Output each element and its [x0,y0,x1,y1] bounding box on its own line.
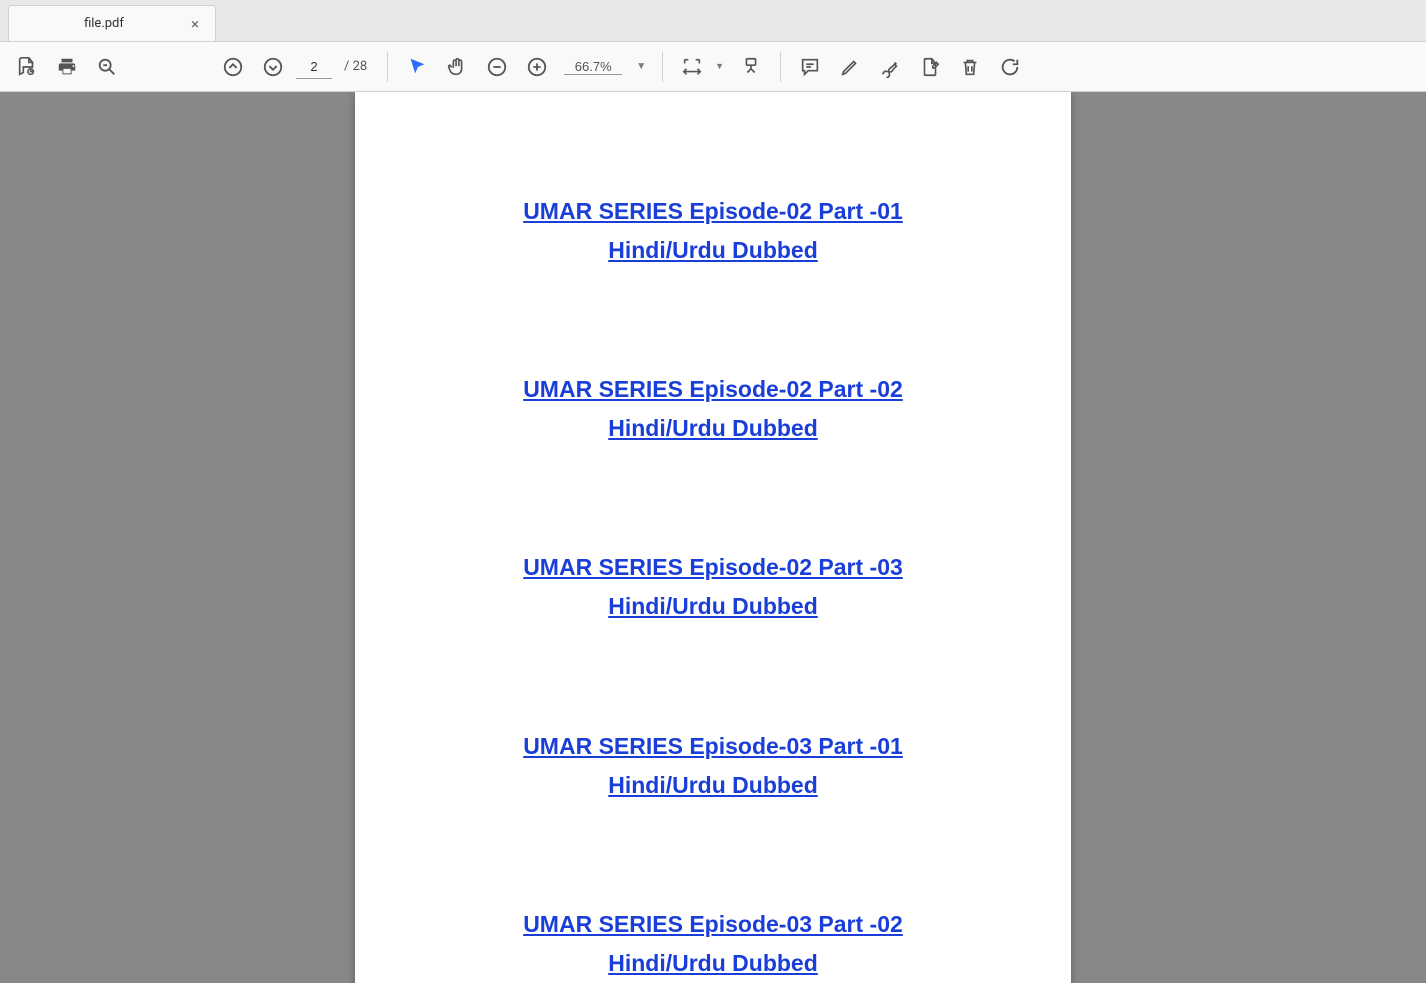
reflow-icon[interactable] [734,50,768,84]
link-line1: UMAR SERIES Episode-02 Part -03 [523,554,903,580]
fit-dropdown-icon[interactable]: ▼ [711,57,728,76]
link-line1: UMAR SERIES Episode-02 Part -02 [523,376,903,402]
document-link[interactable]: UMAR SERIES Episode-03 Part -02 Hindi/Ur… [523,911,903,976]
highlight-icon[interactable] [833,50,867,84]
close-icon[interactable]: × [187,13,203,35]
pdf-viewer[interactable]: UMAR SERIES Episode-02 Part -01 Hindi/Ur… [0,92,1426,983]
sign-icon[interactable] [913,50,947,84]
zoom-dropdown-icon[interactable]: ▼ [632,57,650,76]
select-tool-icon[interactable] [400,50,434,84]
page-total: / 28 [344,59,367,74]
link-line2: Hindi/Urdu Dubbed [608,237,818,263]
page-down-icon[interactable] [256,50,290,84]
link-line1: UMAR SERIES Episode-02 Part -01 [523,198,903,224]
document-link[interactable]: UMAR SERIES Episode-02 Part -03 Hindi/Ur… [523,554,903,619]
tab-file[interactable]: file.pdf × [8,5,216,41]
link-line1: UMAR SERIES Episode-03 Part -02 [523,911,903,937]
zoom-input[interactable] [564,59,622,75]
separator [662,52,663,82]
link-item: UMAR SERIES Episode-03 Part -02 Hindi/Ur… [415,905,1011,983]
delete-icon[interactable] [953,50,987,84]
page-number-input[interactable] [296,55,332,79]
document-link[interactable]: UMAR SERIES Episode-02 Part -02 Hindi/Ur… [523,376,903,441]
separator [387,52,388,82]
link-item: UMAR SERIES Episode-03 Part -01 Hindi/Ur… [415,727,1011,805]
link-line1: UMAR SERIES Episode-03 Part -01 [523,733,903,759]
link-line2: Hindi/Urdu Dubbed [608,772,818,798]
print-icon[interactable] [50,50,84,84]
document-link[interactable]: UMAR SERIES Episode-03 Part -01 Hindi/Ur… [523,733,903,798]
tab-bar: file.pdf × [0,0,1426,42]
link-line2: Hindi/Urdu Dubbed [608,415,818,441]
page-up-icon[interactable] [216,50,250,84]
link-line2: Hindi/Urdu Dubbed [608,950,818,976]
link-item: UMAR SERIES Episode-02 Part -03 Hindi/Ur… [415,548,1011,626]
pdf-page: UMAR SERIES Episode-02 Part -01 Hindi/Ur… [355,92,1071,983]
rotate-icon[interactable] [993,50,1027,84]
toolbar: / 28 ▼ ▼ [0,42,1426,92]
tab-title: file.pdf [21,16,187,31]
link-line2: Hindi/Urdu Dubbed [608,593,818,619]
comment-icon[interactable] [793,50,827,84]
link-item: UMAR SERIES Episode-02 Part -01 Hindi/Ur… [415,192,1011,270]
zoom-in-icon[interactable] [520,50,554,84]
link-item: UMAR SERIES Episode-02 Part -02 Hindi/Ur… [415,370,1011,448]
document-link[interactable]: UMAR SERIES Episode-02 Part -01 Hindi/Ur… [523,198,903,263]
hand-tool-icon[interactable] [440,50,474,84]
zoom-out-icon[interactable] [480,50,514,84]
save-icon[interactable] [10,50,44,84]
fit-width-icon[interactable] [675,50,709,84]
search-icon[interactable] [90,50,124,84]
separator [780,52,781,82]
draw-icon[interactable] [873,50,907,84]
